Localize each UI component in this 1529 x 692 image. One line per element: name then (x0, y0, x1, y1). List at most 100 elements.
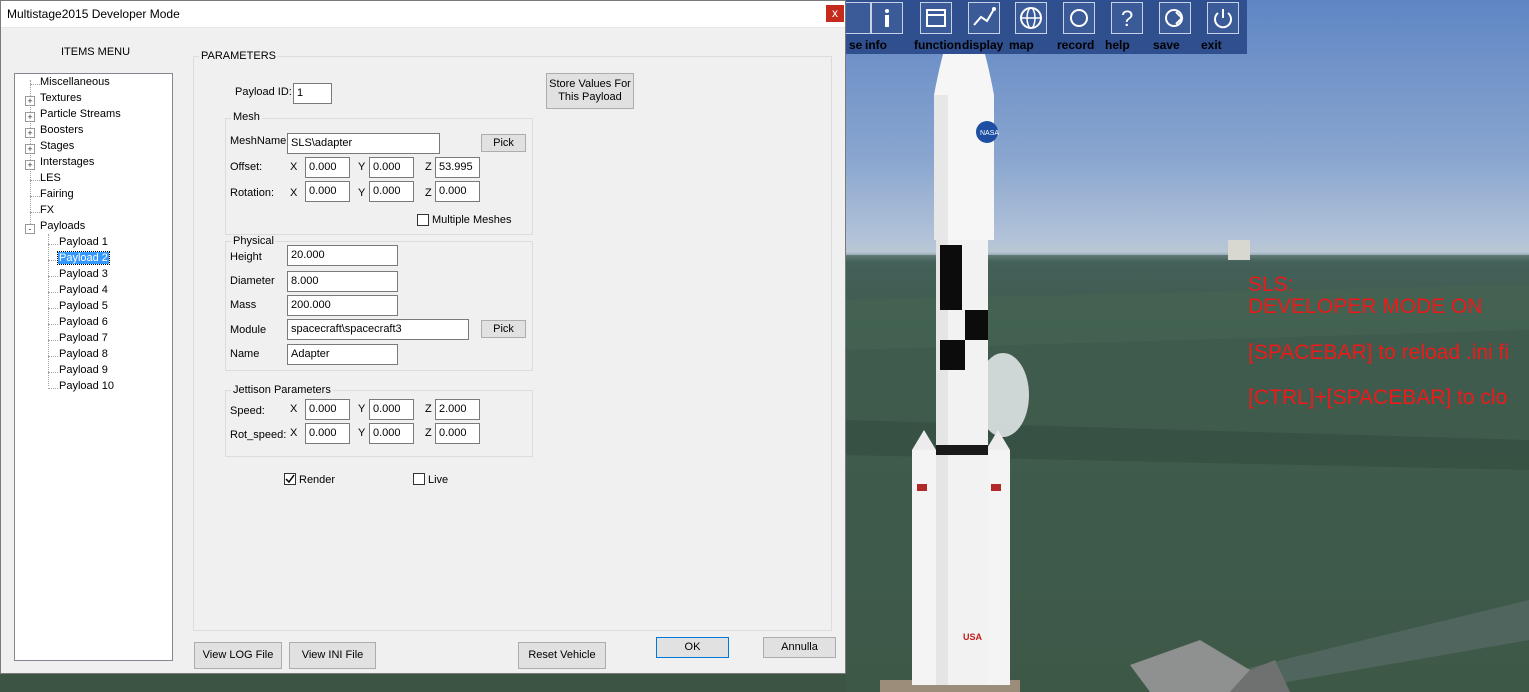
view-log-button[interactable]: View LOG File (194, 642, 282, 669)
tree-item-payload-10[interactable]: Payload 10 (59, 380, 114, 392)
parameters-title: PARAMETERS (199, 50, 278, 62)
tree-item-les[interactable]: LES (40, 172, 61, 184)
speed-x-field[interactable]: 0.000 (305, 399, 350, 420)
save-icon (1159, 2, 1191, 34)
tree-item-interstages[interactable]: Interstages (40, 156, 94, 168)
reset-vehicle-button[interactable]: Reset Vehicle (518, 642, 606, 669)
tree-item-payload-8[interactable]: Payload 8 (59, 348, 108, 360)
speed-label: Speed: (230, 405, 265, 417)
tree-item-payload-9[interactable]: Payload 9 (59, 364, 108, 376)
tree-branch (30, 196, 40, 197)
payload-id-field[interactable]: 1 (293, 83, 332, 104)
z-axis-label: Z (425, 427, 432, 439)
multiple-meshes-checkbox[interactable] (417, 214, 429, 226)
rotation-x-field[interactable]: 0.000 (305, 181, 350, 202)
expand-icon[interactable]: + (25, 128, 35, 138)
speed-y-field[interactable]: 0.000 (369, 399, 414, 420)
z-axis-label: Z (425, 187, 432, 199)
offset-x-field[interactable]: 0.000 (305, 157, 350, 178)
tree-branch (48, 244, 58, 245)
tree-item-fairing[interactable]: Fairing (40, 188, 74, 200)
meshname-field[interactable]: SLS\adapter (287, 133, 440, 154)
speed-z-field[interactable]: 2.000 (435, 399, 480, 420)
tree-item-payload-6[interactable]: Payload 6 (59, 316, 108, 328)
module-label: Module (230, 324, 267, 336)
tree-item-textures[interactable]: Textures (40, 92, 82, 104)
jettison-title: Jettison Parameters (231, 384, 333, 396)
tree-item-payload-2[interactable]: Payload 2 (57, 251, 110, 265)
rotation-y-field[interactable]: 0.000 (369, 181, 414, 202)
title-bar: Multistage2015 Developer Mode x (1, 1, 845, 28)
rot-speed-y-field[interactable]: 0.000 (369, 423, 414, 444)
toolbar-label: info (865, 38, 887, 52)
cancel-button[interactable]: Annulla (763, 637, 836, 658)
offset-y-field[interactable]: 0.000 (369, 157, 414, 178)
height-field[interactable]: 20.000 (287, 245, 398, 266)
render-checkbox[interactable] (284, 473, 296, 485)
toolbar-function-button[interactable]: function (914, 2, 961, 54)
ok-button[interactable]: OK (656, 637, 729, 658)
globe-icon (1015, 2, 1047, 34)
toolbar-save-button[interactable]: save (1153, 2, 1197, 54)
expand-icon[interactable]: + (25, 144, 35, 154)
tree-item-stages[interactable]: Stages (40, 140, 74, 152)
tree-item-payload-3[interactable]: Payload 3 (59, 268, 108, 280)
close-button[interactable]: x (826, 5, 844, 22)
tree-item-payload-7[interactable]: Payload 7 (59, 332, 108, 344)
view-ini-button[interactable]: View INI File (289, 642, 376, 669)
mass-field[interactable]: 200.000 (287, 295, 398, 316)
tree-item-fx[interactable]: FX (40, 204, 54, 216)
vab-building (1228, 240, 1250, 260)
module-pick-button[interactable]: Pick (481, 320, 526, 338)
toolbar-exit-button[interactable]: exit (1201, 2, 1245, 54)
diameter-field[interactable]: 8.000 (287, 271, 398, 292)
toolbar-label: help (1105, 38, 1130, 52)
x-axis-label: X (290, 427, 298, 439)
payload-id-label: Payload ID: (235, 86, 292, 98)
items-menu-label: ITEMS MENU (61, 46, 131, 58)
expand-icon[interactable]: + (25, 112, 35, 122)
tree-branch (48, 324, 58, 325)
mesh-title: Mesh (231, 111, 262, 123)
physical-title: Physical (231, 235, 276, 247)
height-label: Height (230, 251, 262, 263)
tree-item-particle-streams[interactable]: Particle Streams (40, 108, 121, 120)
rotation-z-field[interactable]: 0.000 (435, 181, 480, 202)
expand-icon[interactable]: + (25, 160, 35, 170)
toolbar-info-button[interactable]: info (865, 2, 909, 54)
toolbar-display-button[interactable]: display (962, 2, 1006, 54)
y-axis-label: Y (358, 161, 366, 173)
multiple-meshes-label: Multiple Meshes (432, 214, 512, 226)
name-field[interactable]: Adapter (287, 344, 398, 365)
overlay-line-4: [CTRL]+[SPACEBAR] to clo (1248, 386, 1508, 409)
display-icon (968, 2, 1000, 34)
y-axis-label: Y (358, 403, 366, 415)
tree-item-payloads[interactable]: Payloads (40, 220, 85, 232)
store-values-button[interactable]: Store Values For This Payload (546, 73, 634, 109)
module-field[interactable]: spacecraft\spacecraft3 (287, 319, 469, 340)
rot-speed-z-field[interactable]: 0.000 (435, 423, 480, 444)
y-axis-label: Y (358, 187, 366, 199)
toolbar-label: exit (1201, 38, 1222, 52)
tree-item-payload-5[interactable]: Payload 5 (59, 300, 108, 312)
mesh-pick-button[interactable]: Pick (481, 134, 526, 152)
tree-item-miscellaneous[interactable]: Miscellaneous (40, 76, 110, 88)
toolbar-record-button[interactable]: record (1057, 2, 1101, 54)
toolbar-help-button[interactable]: ? help (1105, 2, 1149, 54)
toolbar-map-button[interactable]: map (1009, 2, 1053, 54)
collapse-icon[interactable]: - (25, 224, 35, 234)
tree-item-boosters[interactable]: Boosters (40, 124, 83, 136)
name-label: Name (230, 348, 260, 360)
offset-z-field[interactable]: 53.995 (435, 157, 480, 178)
items-tree[interactable]: Miscellaneous + Textures + Particle Stre… (14, 73, 173, 661)
expand-icon[interactable]: + (25, 96, 35, 106)
meshname-label: MeshName (230, 135, 287, 147)
tree-item-payload-1[interactable]: Payload 1 (59, 236, 108, 248)
x-axis-label: X (290, 187, 298, 199)
close-icon: x (832, 6, 838, 20)
live-checkbox[interactable] (413, 473, 425, 485)
nasa-logo-text: NASA (980, 130, 999, 137)
tree-item-payload-4[interactable]: Payload 4 (59, 284, 108, 296)
rot-speed-x-field[interactable]: 0.000 (305, 423, 350, 444)
svg-text:?: ? (1121, 6, 1133, 31)
